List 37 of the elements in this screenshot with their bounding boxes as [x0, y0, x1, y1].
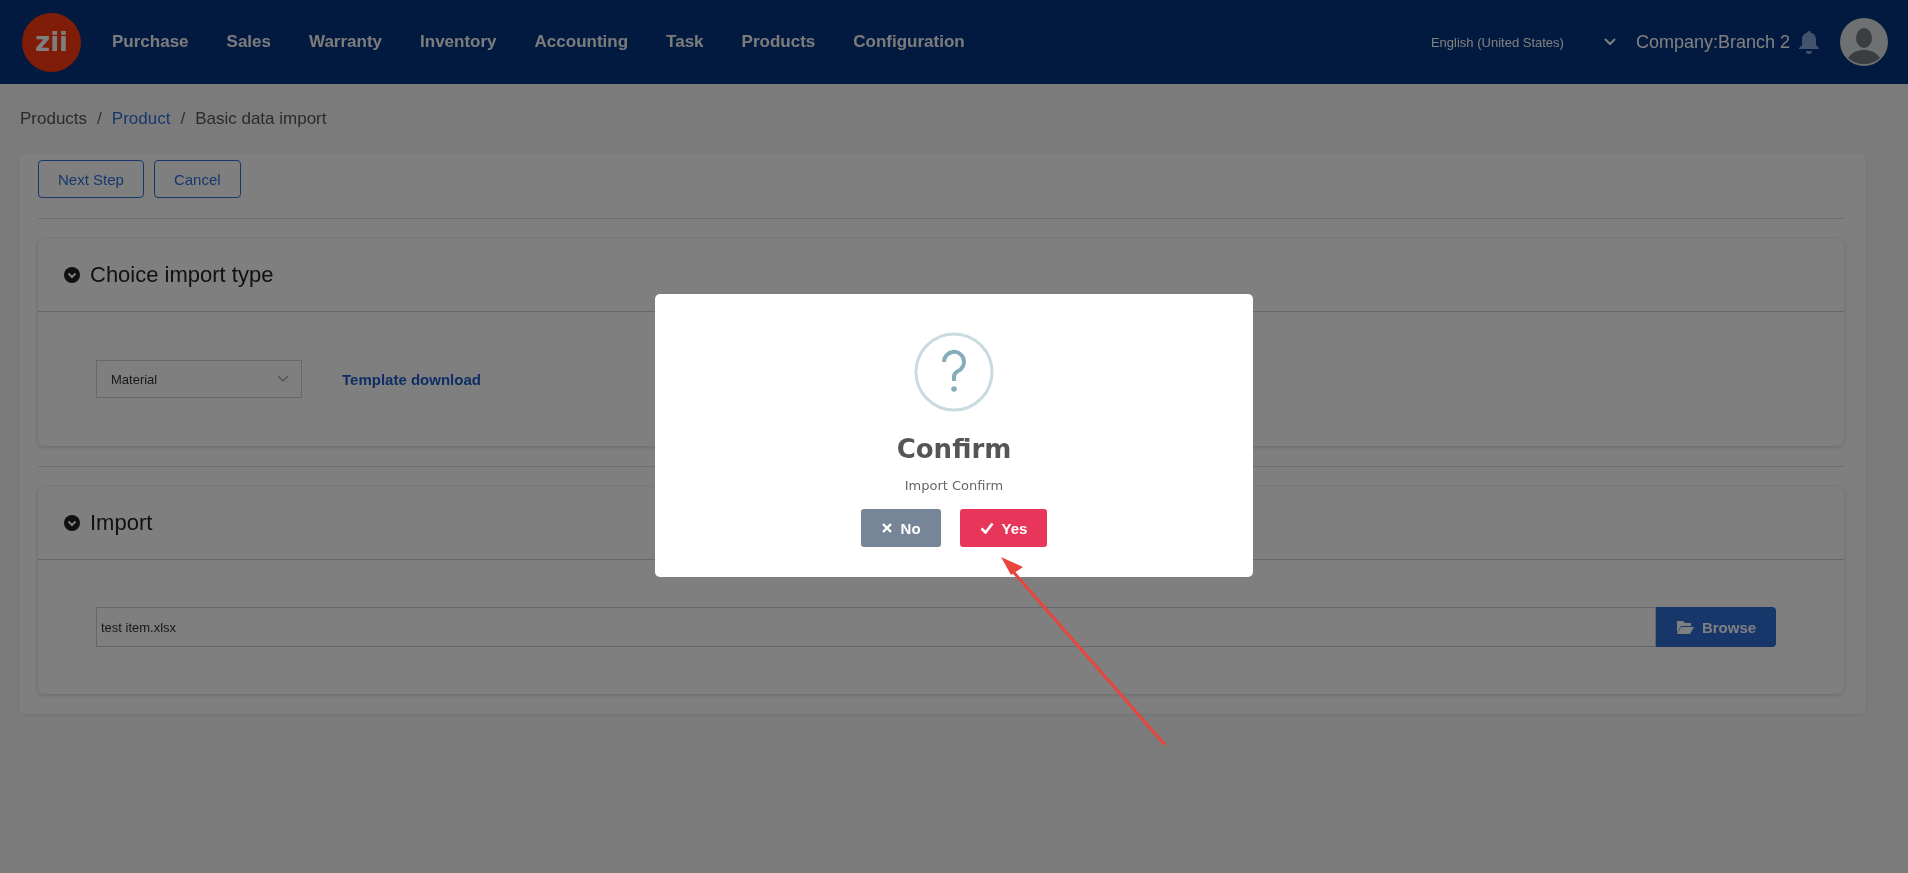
breadcrumb-separator: / — [180, 109, 186, 129]
browse-button[interactable]: Browse — [1656, 607, 1776, 647]
nav-item[interactable]: Sales — [207, 32, 290, 52]
dialog-message: Import Confirm — [904, 478, 1004, 493]
no-button[interactable]: No — [860, 509, 941, 547]
close-icon — [880, 522, 893, 534]
nav-item[interactable]: Inventory — [401, 32, 516, 52]
yes-button[interactable]: Yes — [959, 509, 1048, 547]
nav-item[interactable]: Accounting — [515, 32, 648, 52]
section-title: Choice import type — [90, 262, 274, 288]
folder-icon — [1675, 620, 1694, 634]
breadcrumb-item: Basic data import — [195, 109, 327, 129]
breadcrumb-link[interactable]: Product — [111, 109, 171, 129]
chevron-down-icon — [277, 375, 289, 383]
nav-item[interactable]: Configuration — [834, 32, 984, 52]
avatar-icon[interactable] — [1840, 18, 1888, 66]
company-label[interactable]: Company:Branch 2 — [1635, 31, 1790, 53]
toolbar-button[interactable]: Cancel — [153, 160, 241, 198]
breadcrumb-separator: / — [97, 109, 102, 129]
logo[interactable]: zii — [22, 12, 81, 72]
nav-item[interactable]: Purchase — [93, 32, 208, 52]
checkmark-icon — [979, 522, 994, 534]
dialog-title: Confirm — [896, 434, 1012, 464]
collapse-toggle-icon[interactable] — [64, 267, 80, 283]
language-select[interactable]: English (United States) — [1430, 34, 1564, 50]
question-icon — [914, 332, 994, 412]
chevron-down-icon[interactable] — [1603, 38, 1616, 46]
nav-item[interactable]: Task — [647, 32, 723, 52]
file-field[interactable]: test item.xlsx — [96, 607, 1656, 647]
nav-item[interactable]: Products — [722, 32, 835, 52]
collapse-toggle-icon[interactable] — [64, 515, 80, 531]
template-download-link[interactable]: Template download — [342, 370, 481, 388]
breadcrumb-item: Products — [20, 109, 88, 129]
toolbar-button[interactable]: Next Step — [38, 160, 144, 198]
section-title: Import — [90, 510, 153, 536]
type-select[interactable]: Material — [96, 360, 302, 398]
nav-item[interactable]: Warranty — [290, 32, 402, 52]
